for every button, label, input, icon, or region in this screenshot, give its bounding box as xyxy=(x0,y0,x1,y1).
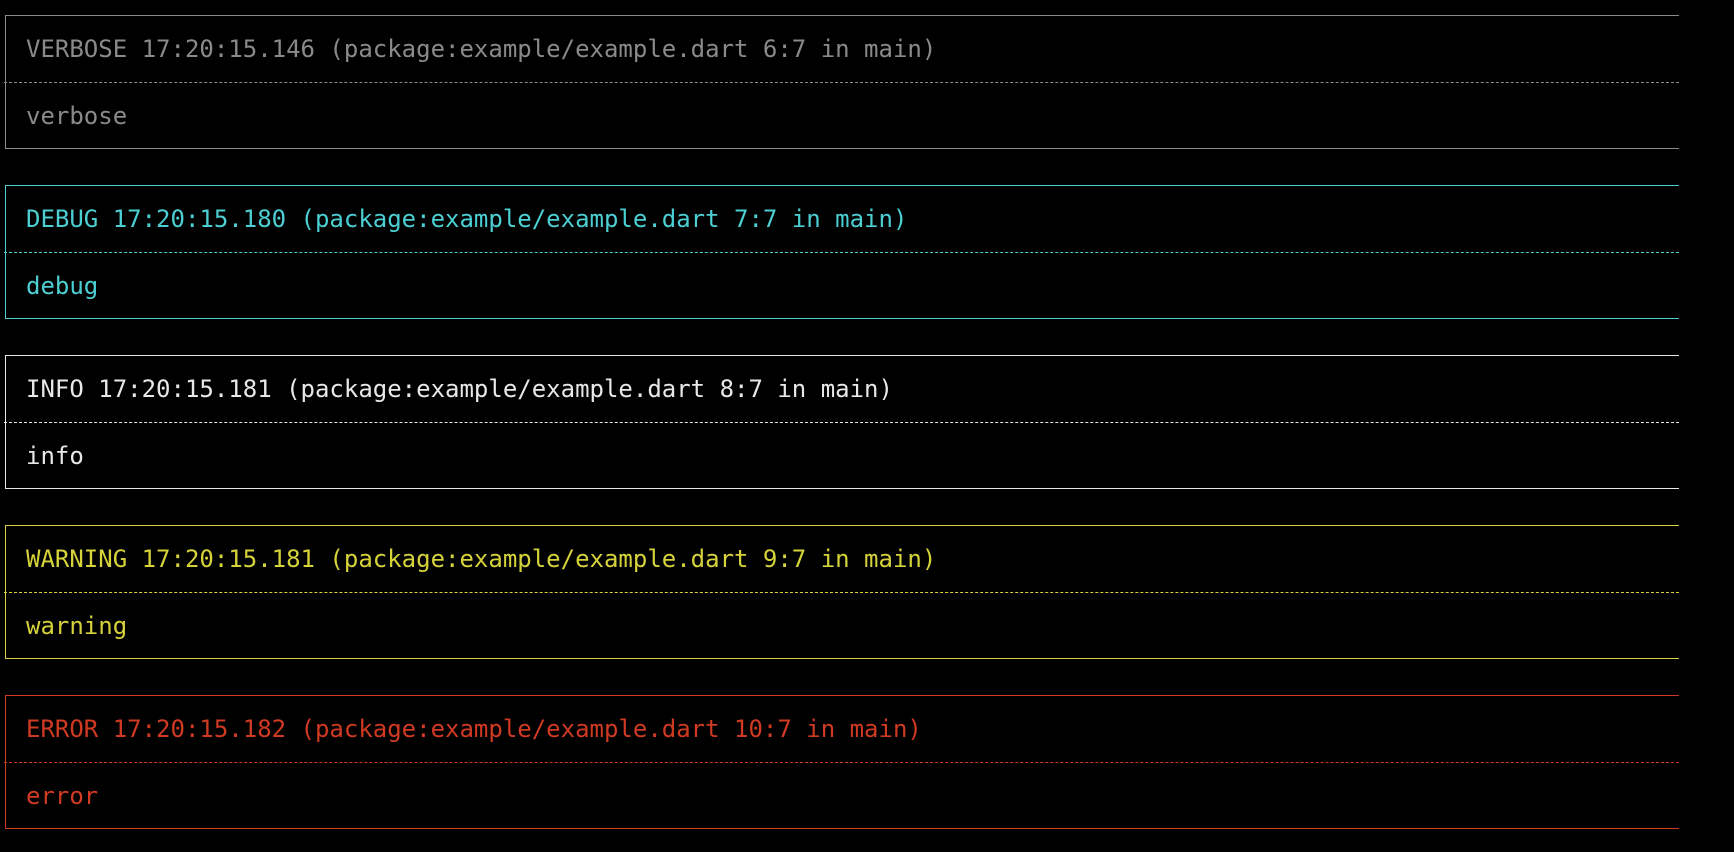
log-header: DEBUG 17:20:15.180 (package:example/exam… xyxy=(26,205,908,233)
log-entry-info: INFO 17:20:15.181 (package:example/examp… xyxy=(4,355,1679,489)
dashed-divider xyxy=(4,592,1679,593)
log-header: VERBOSE 17:20:15.146 (package:example/ex… xyxy=(26,35,937,63)
log-header: ERROR 17:20:15.182 (package:example/exam… xyxy=(26,715,922,743)
dashed-divider xyxy=(4,422,1679,423)
terminal-output: VERBOSE 17:20:15.146 (package:example/ex… xyxy=(0,0,1734,852)
dashed-divider xyxy=(4,82,1679,83)
log-message: verbose xyxy=(26,102,128,130)
log-header: INFO 17:20:15.181 (package:example/examp… xyxy=(26,375,893,403)
log-entry-verbose: VERBOSE 17:20:15.146 (package:example/ex… xyxy=(4,15,1679,149)
log-entry-error: ERROR 17:20:15.182 (package:example/exam… xyxy=(4,695,1679,829)
dashed-divider xyxy=(4,252,1679,253)
log-header: WARNING 17:20:15.181 (package:example/ex… xyxy=(26,545,937,573)
log-message: debug xyxy=(26,272,99,300)
log-message: info xyxy=(26,442,84,470)
log-entry-debug: DEBUG 17:20:15.180 (package:example/exam… xyxy=(4,185,1679,319)
dashed-divider xyxy=(4,762,1679,763)
log-message: error xyxy=(26,782,99,810)
log-message: warning xyxy=(26,612,128,640)
log-entry-warning: WARNING 17:20:15.181 (package:example/ex… xyxy=(4,525,1679,659)
